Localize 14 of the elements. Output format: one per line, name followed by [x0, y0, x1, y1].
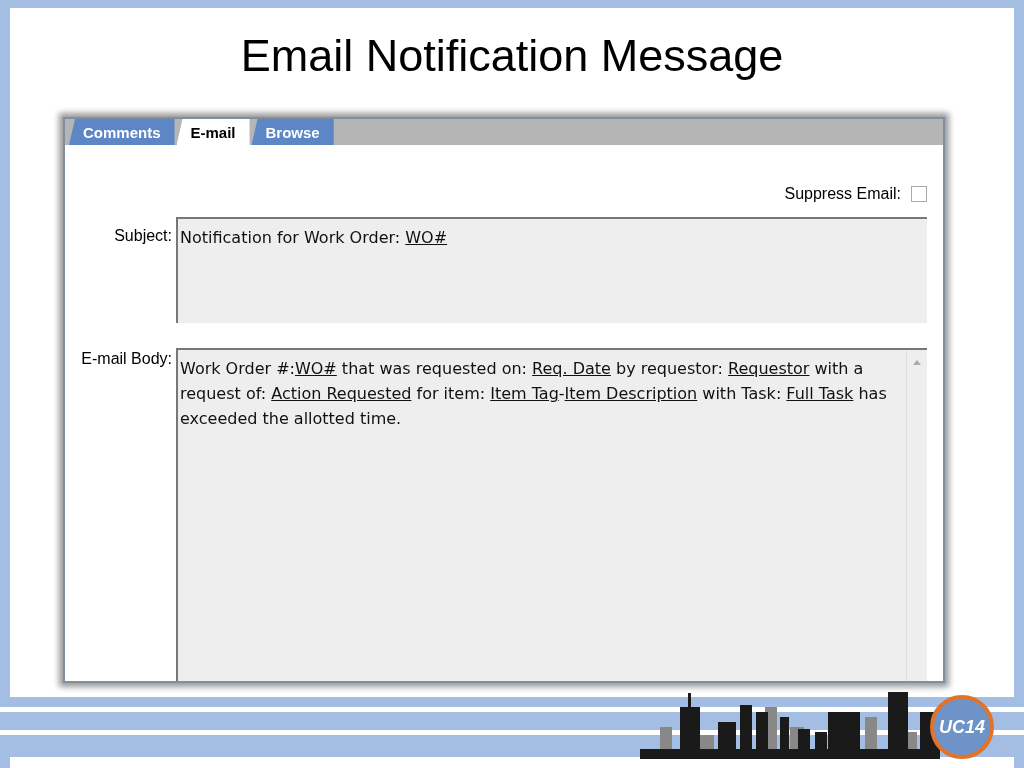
suppress-email-label: Suppress Email: [784, 185, 901, 203]
logo-text: UC14 [939, 716, 985, 738]
email-body-text: Work Order #:WO# that was requested on: Req. Date by requestor: Requestor with a request of: Action Requested for item: Item Tag-Item Description with Task: Full Task has exceeded the allotted time. [180, 358, 888, 430]
email-body-field[interactable]: Work Order #:WO# that was requested on: Req. Date by requestor: Requestor with a request of: Action Requested for item: Item Tag-Item Description with Task: Full Task has exceeded the allotted time. [176, 348, 927, 681]
subject-field[interactable]: Notification for Work Order: WO# [176, 217, 927, 323]
email-body-label: E-mail Body: [80, 349, 173, 369]
tab[interactable]: Comments [69, 119, 175, 145]
tab[interactable]: Browse [251, 119, 334, 145]
slide-title: Email Notification Message [240, 30, 784, 83]
scroll-up-icon[interactable] [913, 360, 921, 365]
tab[interactable]: E-mail [176, 119, 250, 145]
subject-label: Subject: [113, 226, 173, 246]
subject-text: Notification for Work Order: WO# [180, 227, 449, 249]
suppress-email-checkbox[interactable] [911, 186, 927, 202]
